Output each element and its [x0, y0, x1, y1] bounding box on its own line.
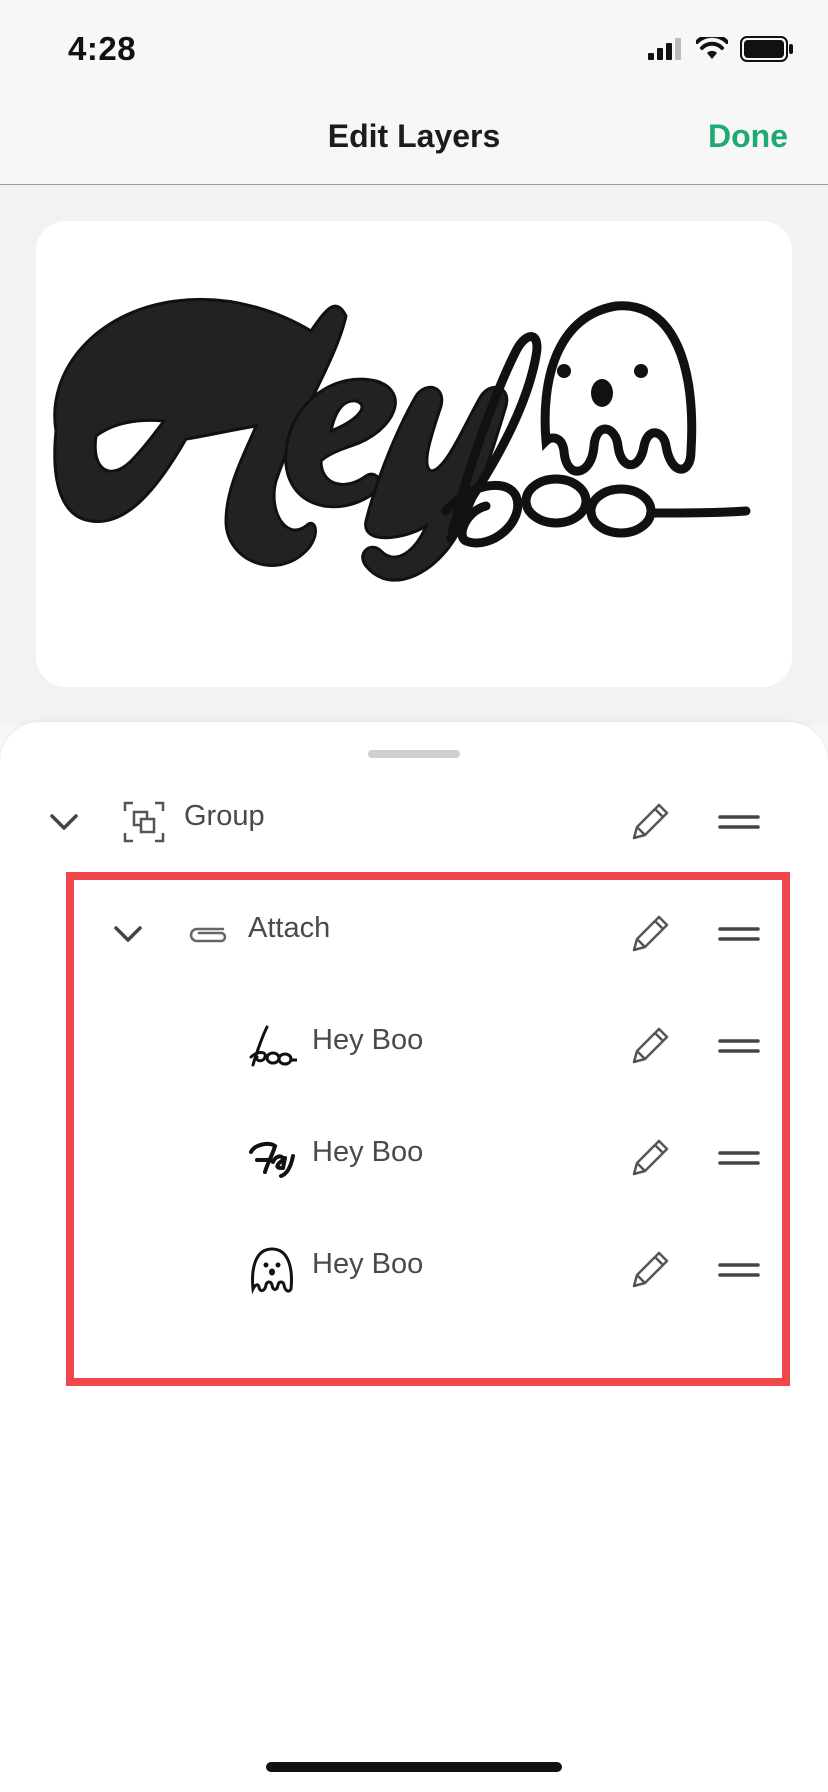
battery-icon — [740, 36, 793, 62]
drag-handle-icon[interactable] — [718, 808, 760, 836]
design-preview — [36, 221, 792, 687]
page-title: Edit Layers — [327, 118, 501, 154]
attach-icon — [182, 908, 234, 960]
pencil-icon[interactable] — [628, 1022, 674, 1068]
drag-handle-icon[interactable] — [718, 1144, 760, 1172]
layer-label: Attach — [248, 912, 331, 944]
home-indicator[interactable] — [266, 1762, 562, 1772]
drag-handle-icon[interactable] — [718, 1256, 760, 1284]
layer-label: Hey Boo — [312, 1024, 424, 1056]
hey-thumbnail-icon — [246, 1132, 298, 1184]
sheet-grabber[interactable] — [368, 750, 460, 758]
signal-icon — [648, 38, 681, 60]
layer-row-hey-boo-2[interactable]: Hey Boo — [0, 1102, 828, 1214]
layer-label: Group — [184, 800, 265, 832]
status-time: 4:28 — [68, 30, 137, 67]
pencil-icon[interactable] — [628, 910, 674, 956]
layer-row-attach[interactable]: Attach — [0, 878, 828, 990]
boo-thumbnail-icon — [246, 1020, 298, 1072]
drag-handle-icon[interactable] — [718, 1032, 760, 1060]
nav-bar: Edit Layers Done — [0, 96, 828, 185]
drag-handle-icon[interactable] — [718, 920, 760, 948]
layer-label: Hey Boo — [312, 1136, 424, 1168]
hey-boo-artwork — [53, 297, 751, 582]
done-button[interactable]: Done — [708, 118, 788, 155]
wifi-icon — [696, 37, 728, 59]
pencil-icon[interactable] — [628, 798, 674, 844]
layer-row-hey-boo-3[interactable]: Hey Boo — [0, 1214, 828, 1326]
layer-label: Hey Boo — [312, 1248, 424, 1280]
status-icons — [648, 36, 794, 62]
layer-row-hey-boo-1[interactable]: Hey Boo — [0, 990, 828, 1102]
canvas-area — [0, 185, 828, 725]
ghost-thumbnail-icon — [246, 1244, 298, 1296]
chevron-down-icon[interactable] — [46, 804, 82, 840]
group-icon — [118, 796, 170, 848]
layer-row-group[interactable]: Group — [0, 766, 828, 878]
layers-sheet: Group Attach Hey Boo Hey Boo Hey Boo — [0, 722, 828, 1792]
pencil-icon[interactable] — [628, 1134, 674, 1180]
pencil-icon[interactable] — [628, 1246, 674, 1292]
status-bar: 4:28 — [0, 0, 828, 96]
chevron-down-icon[interactable] — [110, 916, 146, 952]
